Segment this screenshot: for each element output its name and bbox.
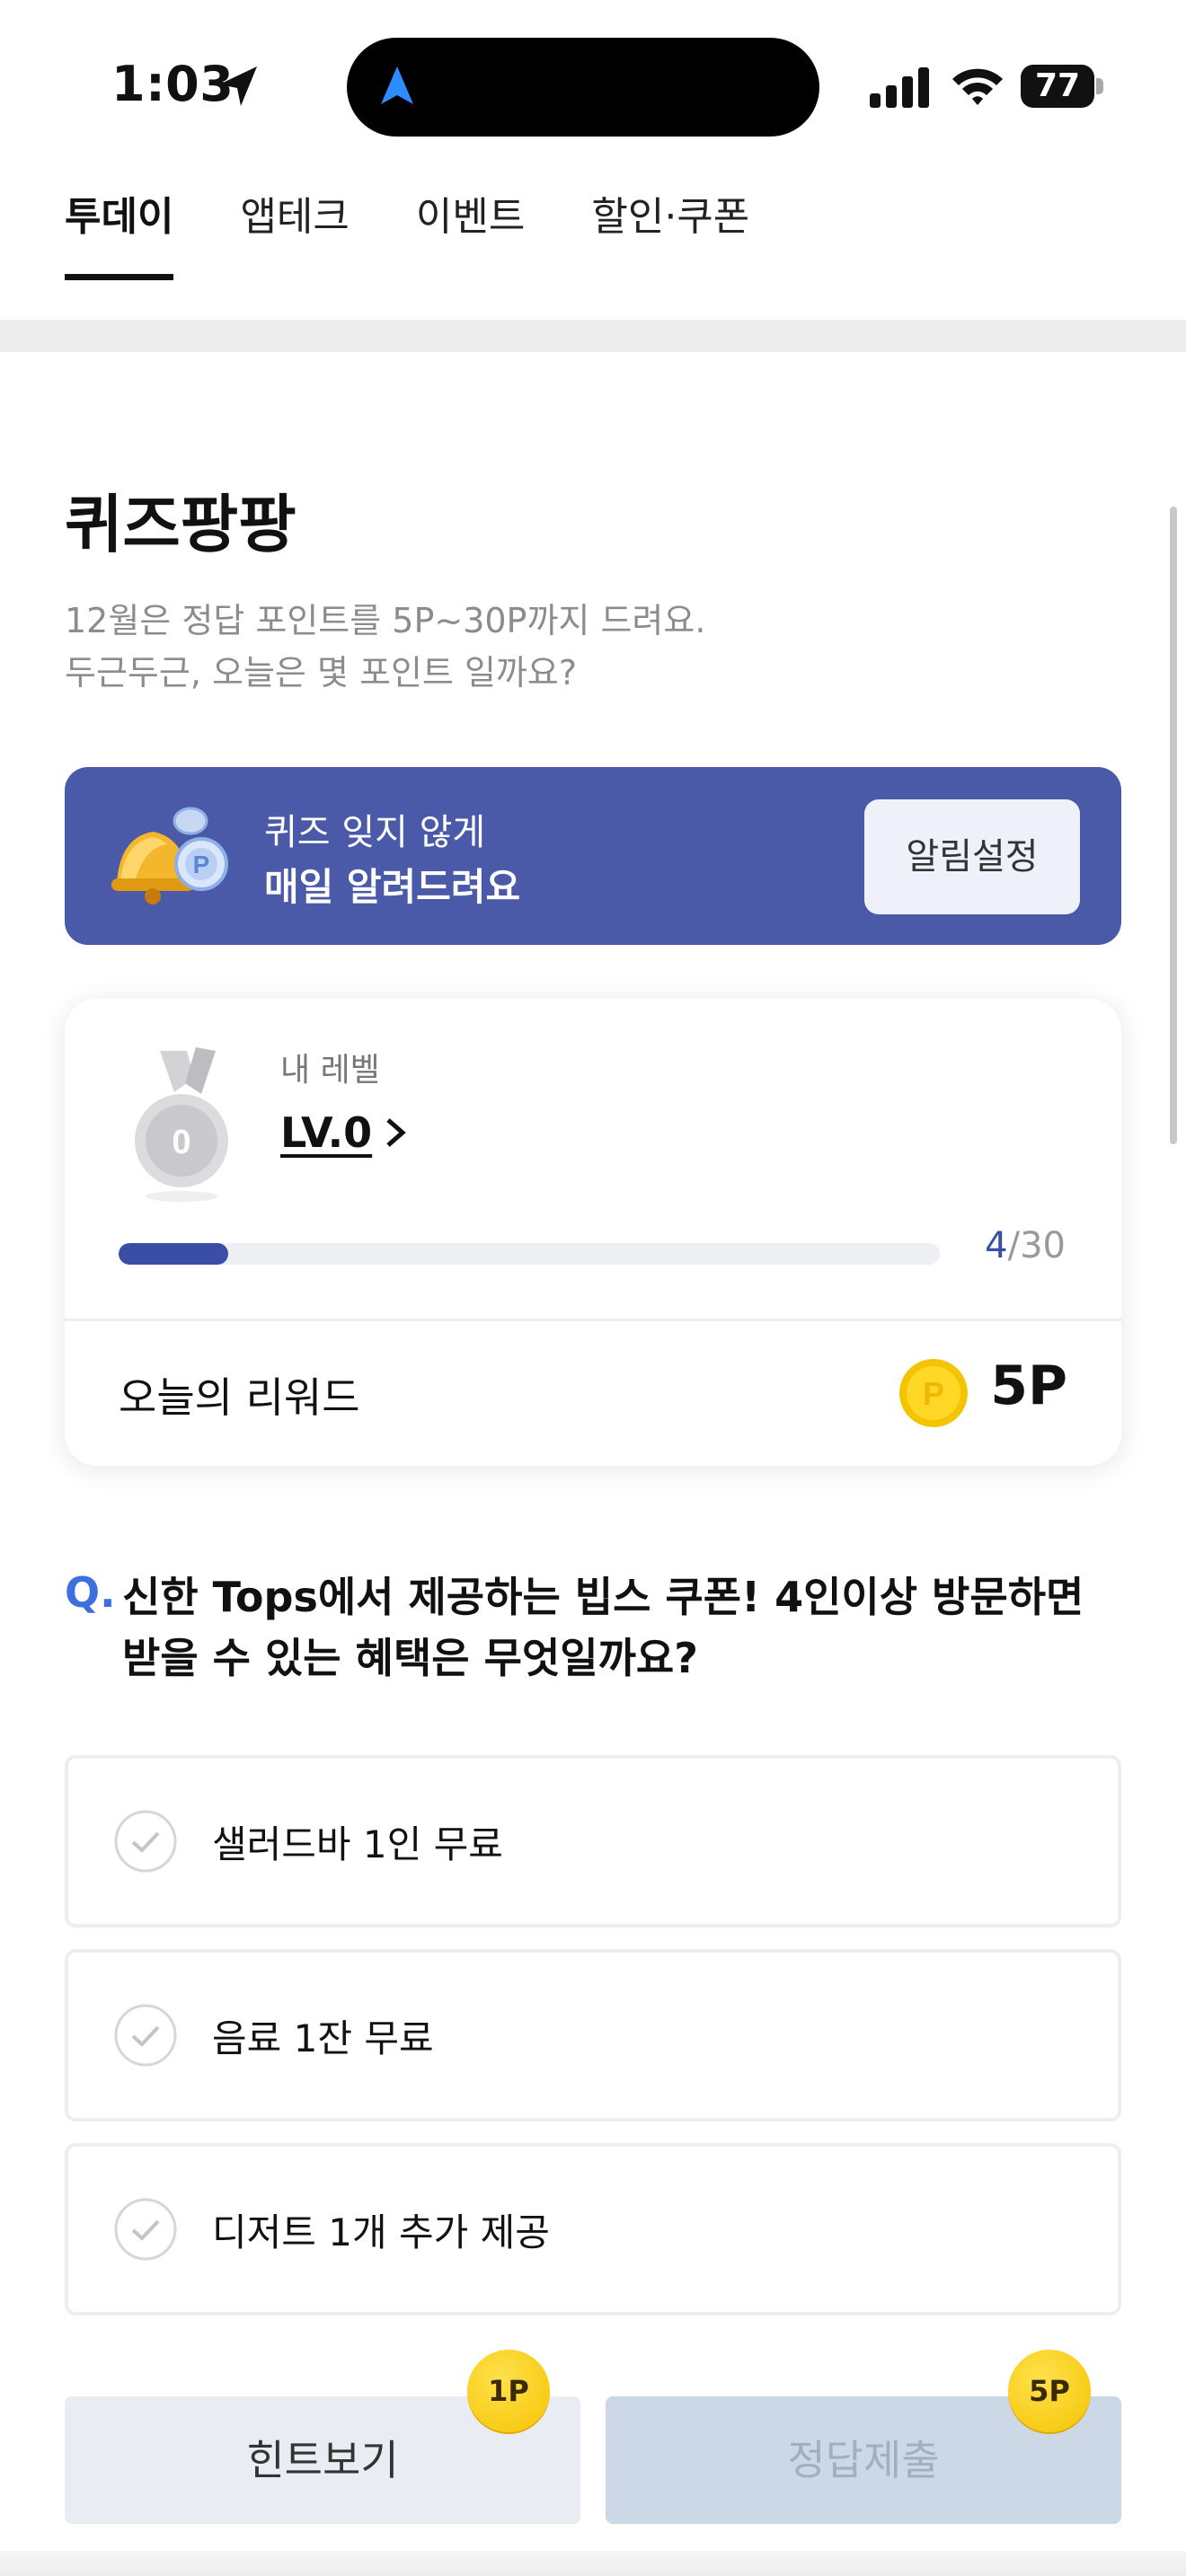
answer-option-label: 디저트 1개 추가 제공: [212, 2210, 550, 2254]
level-progress-bar: [119, 1243, 940, 1265]
navigation-arrow-icon: [381, 66, 413, 104]
wifi-icon: [952, 68, 1003, 105]
bell-coin-letter: P: [193, 851, 210, 878]
question-text: 신한 Tops에서 제공하는 빕스 쿠폰! 4인이상 방문하면 받을 수 있는 …: [122, 1566, 1128, 1689]
today-reward-label: 오늘의 리워드: [119, 1373, 360, 1422]
tab-apptech[interactable]: 앱테크: [240, 192, 349, 280]
level-progress-fill: [119, 1243, 228, 1265]
page: 1:03 77 투데이 앱테크 이벤트 할인·쿠폰 퀴즈팡팡 12월은 정답 포…: [0, 0, 1186, 2576]
check-circle-icon: [114, 2198, 177, 2261]
level-link[interactable]: LV.0: [280, 1101, 408, 1164]
question-mark: Q.: [65, 1568, 116, 1617]
cellular-signal-icon: [870, 67, 929, 108]
card-divider: [65, 1319, 1121, 1321]
check-circle-icon: [114, 1810, 177, 1873]
scrollbar[interactable]: [1170, 507, 1177, 1144]
question-line1: 신한 Tops에서 제공하는 빕스 쿠폰! 4인이상 방문하면: [122, 1573, 1084, 1621]
question-line2: 받을 수 있는 혜택은 무엇일까요?: [122, 1634, 698, 1682]
page-title: 퀴즈팡팡: [65, 488, 296, 561]
submit-reward-badge: 5P: [1008, 2350, 1091, 2432]
coin-letter: P: [923, 1375, 944, 1412]
answer-option-2[interactable]: 음료 1잔 무료: [65, 1949, 1121, 2122]
tab-event[interactable]: 이벤트: [416, 192, 525, 280]
progress-total: /30: [1007, 1225, 1066, 1266]
level-value: LV.0: [280, 1108, 373, 1157]
level-progress-text: 4/30: [985, 1225, 1066, 1266]
answer-option-3[interactable]: 디저트 1개 추가 제공: [65, 2143, 1121, 2316]
quiz-description-line2: 두근두근, 오늘은 몇 포인트 일까요?: [65, 653, 578, 693]
quiz-description-line1: 12월은 정답 포인트를 5P~30P까지 드려요.: [65, 601, 706, 640]
answer-option-label: 음료 1잔 무료: [212, 2016, 434, 2060]
bell-coin-icon: P: [111, 807, 228, 904]
answer-option-label: 샐러드바 1인 무료: [212, 1822, 503, 1866]
battery-indicator: 77: [1021, 65, 1103, 108]
top-tabs: 투데이 앱테크 이벤트 할인·쿠폰: [65, 192, 816, 282]
medal-icon: 0: [135, 1047, 228, 1202]
battery-cap: [1096, 78, 1103, 94]
notification-banner: P 퀴즈 잊지 않게 매일 알려드려요 알림설정: [65, 767, 1121, 945]
quiz-description: 12월은 정답 포인트를 5P~30P까지 드려요. 두근두근, 오늘은 몇 포…: [65, 595, 705, 699]
notification-settings-button[interactable]: 알림설정: [864, 799, 1080, 914]
point-coin-icon: P: [899, 1359, 968, 1427]
tab-today[interactable]: 투데이: [65, 192, 174, 280]
progress-current: 4: [985, 1225, 1008, 1266]
level-card: 0 내 레벨 LV.0 4/30 오늘의 리워드 P 5P: [65, 999, 1121, 1466]
my-level-label: 내 레벨: [280, 1052, 380, 1089]
status-bar: 1:03 77: [0, 0, 1186, 162]
answer-option-1[interactable]: 샐러드바 1인 무료: [65, 1755, 1121, 1928]
today-reward-value: 5P: [990, 1354, 1067, 1417]
bottom-edge: [0, 2551, 1186, 2576]
section-divider: [0, 320, 1186, 352]
banner-line1: 퀴즈 잊지 않게: [264, 812, 486, 853]
tab-discount-coupon[interactable]: 할인·쿠폰: [591, 192, 749, 280]
check-circle-icon: [114, 2004, 177, 2067]
banner-line2: 매일 알려드려요: [264, 865, 521, 909]
hint-cost-badge: 1P: [467, 2350, 550, 2432]
battery-level: 77: [1034, 67, 1081, 104]
dynamic-island: [347, 38, 819, 137]
location-arrow-icon: [219, 66, 257, 106]
medal-number: 0: [172, 1124, 190, 1161]
chevron-right-icon: [386, 1118, 406, 1147]
